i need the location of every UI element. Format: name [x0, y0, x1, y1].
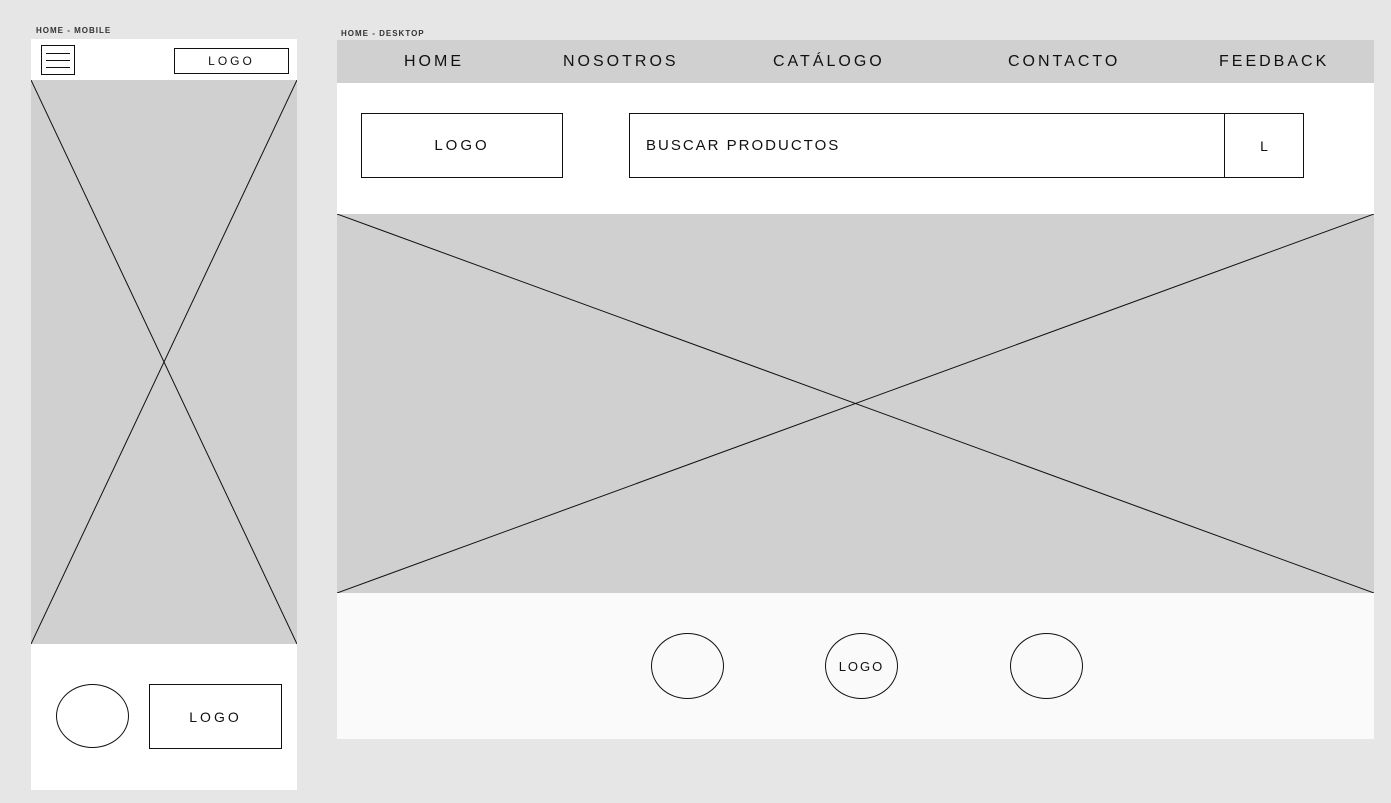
- mobile-footer-circle-icon[interactable]: [56, 684, 129, 748]
- desktop-frame: HOME NOSOTROS CATÁLOGO CONTACTO FEEDBACK…: [337, 40, 1374, 739]
- nav-item-catalogo[interactable]: CATÁLOGO: [773, 40, 885, 83]
- mobile-hero-image-placeholder: [31, 80, 297, 644]
- desktop-header: LOGO BUSCAR PRODUCTOS L: [337, 83, 1374, 214]
- placeholder-cross-icon: [31, 80, 297, 644]
- placeholder-cross-icon: [337, 214, 1374, 593]
- nav-item-feedback[interactable]: FEEDBACK: [1219, 40, 1329, 83]
- mobile-frame: LOGO LOGO: [31, 39, 297, 790]
- desktop-nav-bar: HOME NOSOTROS CATÁLOGO CONTACTO FEEDBACK: [337, 40, 1374, 83]
- desktop-hero-image-placeholder: [337, 214, 1374, 593]
- nav-item-home[interactable]: HOME: [404, 40, 464, 83]
- mobile-footer-logo[interactable]: LOGO: [149, 684, 282, 749]
- footer-circle-left-icon[interactable]: [651, 633, 724, 699]
- desktop-frame-label: HOME - DESKTOP: [341, 29, 425, 38]
- mobile-header: LOGO: [31, 39, 297, 80]
- mobile-footer: LOGO: [31, 644, 297, 790]
- nav-item-nosotros[interactable]: NOSOTROS: [563, 40, 679, 83]
- search-input[interactable]: BUSCAR PRODUCTOS: [629, 113, 1225, 178]
- footer-logo-circle[interactable]: LOGO: [825, 633, 898, 699]
- footer-circle-right-icon[interactable]: [1010, 633, 1083, 699]
- search-button[interactable]: L: [1224, 113, 1304, 178]
- desktop-header-logo[interactable]: LOGO: [361, 113, 563, 178]
- desktop-footer: LOGO: [337, 593, 1374, 739]
- mobile-frame-label: HOME - MOBILE: [36, 26, 112, 35]
- nav-item-contacto[interactable]: CONTACTO: [1008, 40, 1120, 83]
- mobile-header-logo[interactable]: LOGO: [174, 48, 289, 74]
- hamburger-menu-icon[interactable]: [41, 45, 75, 75]
